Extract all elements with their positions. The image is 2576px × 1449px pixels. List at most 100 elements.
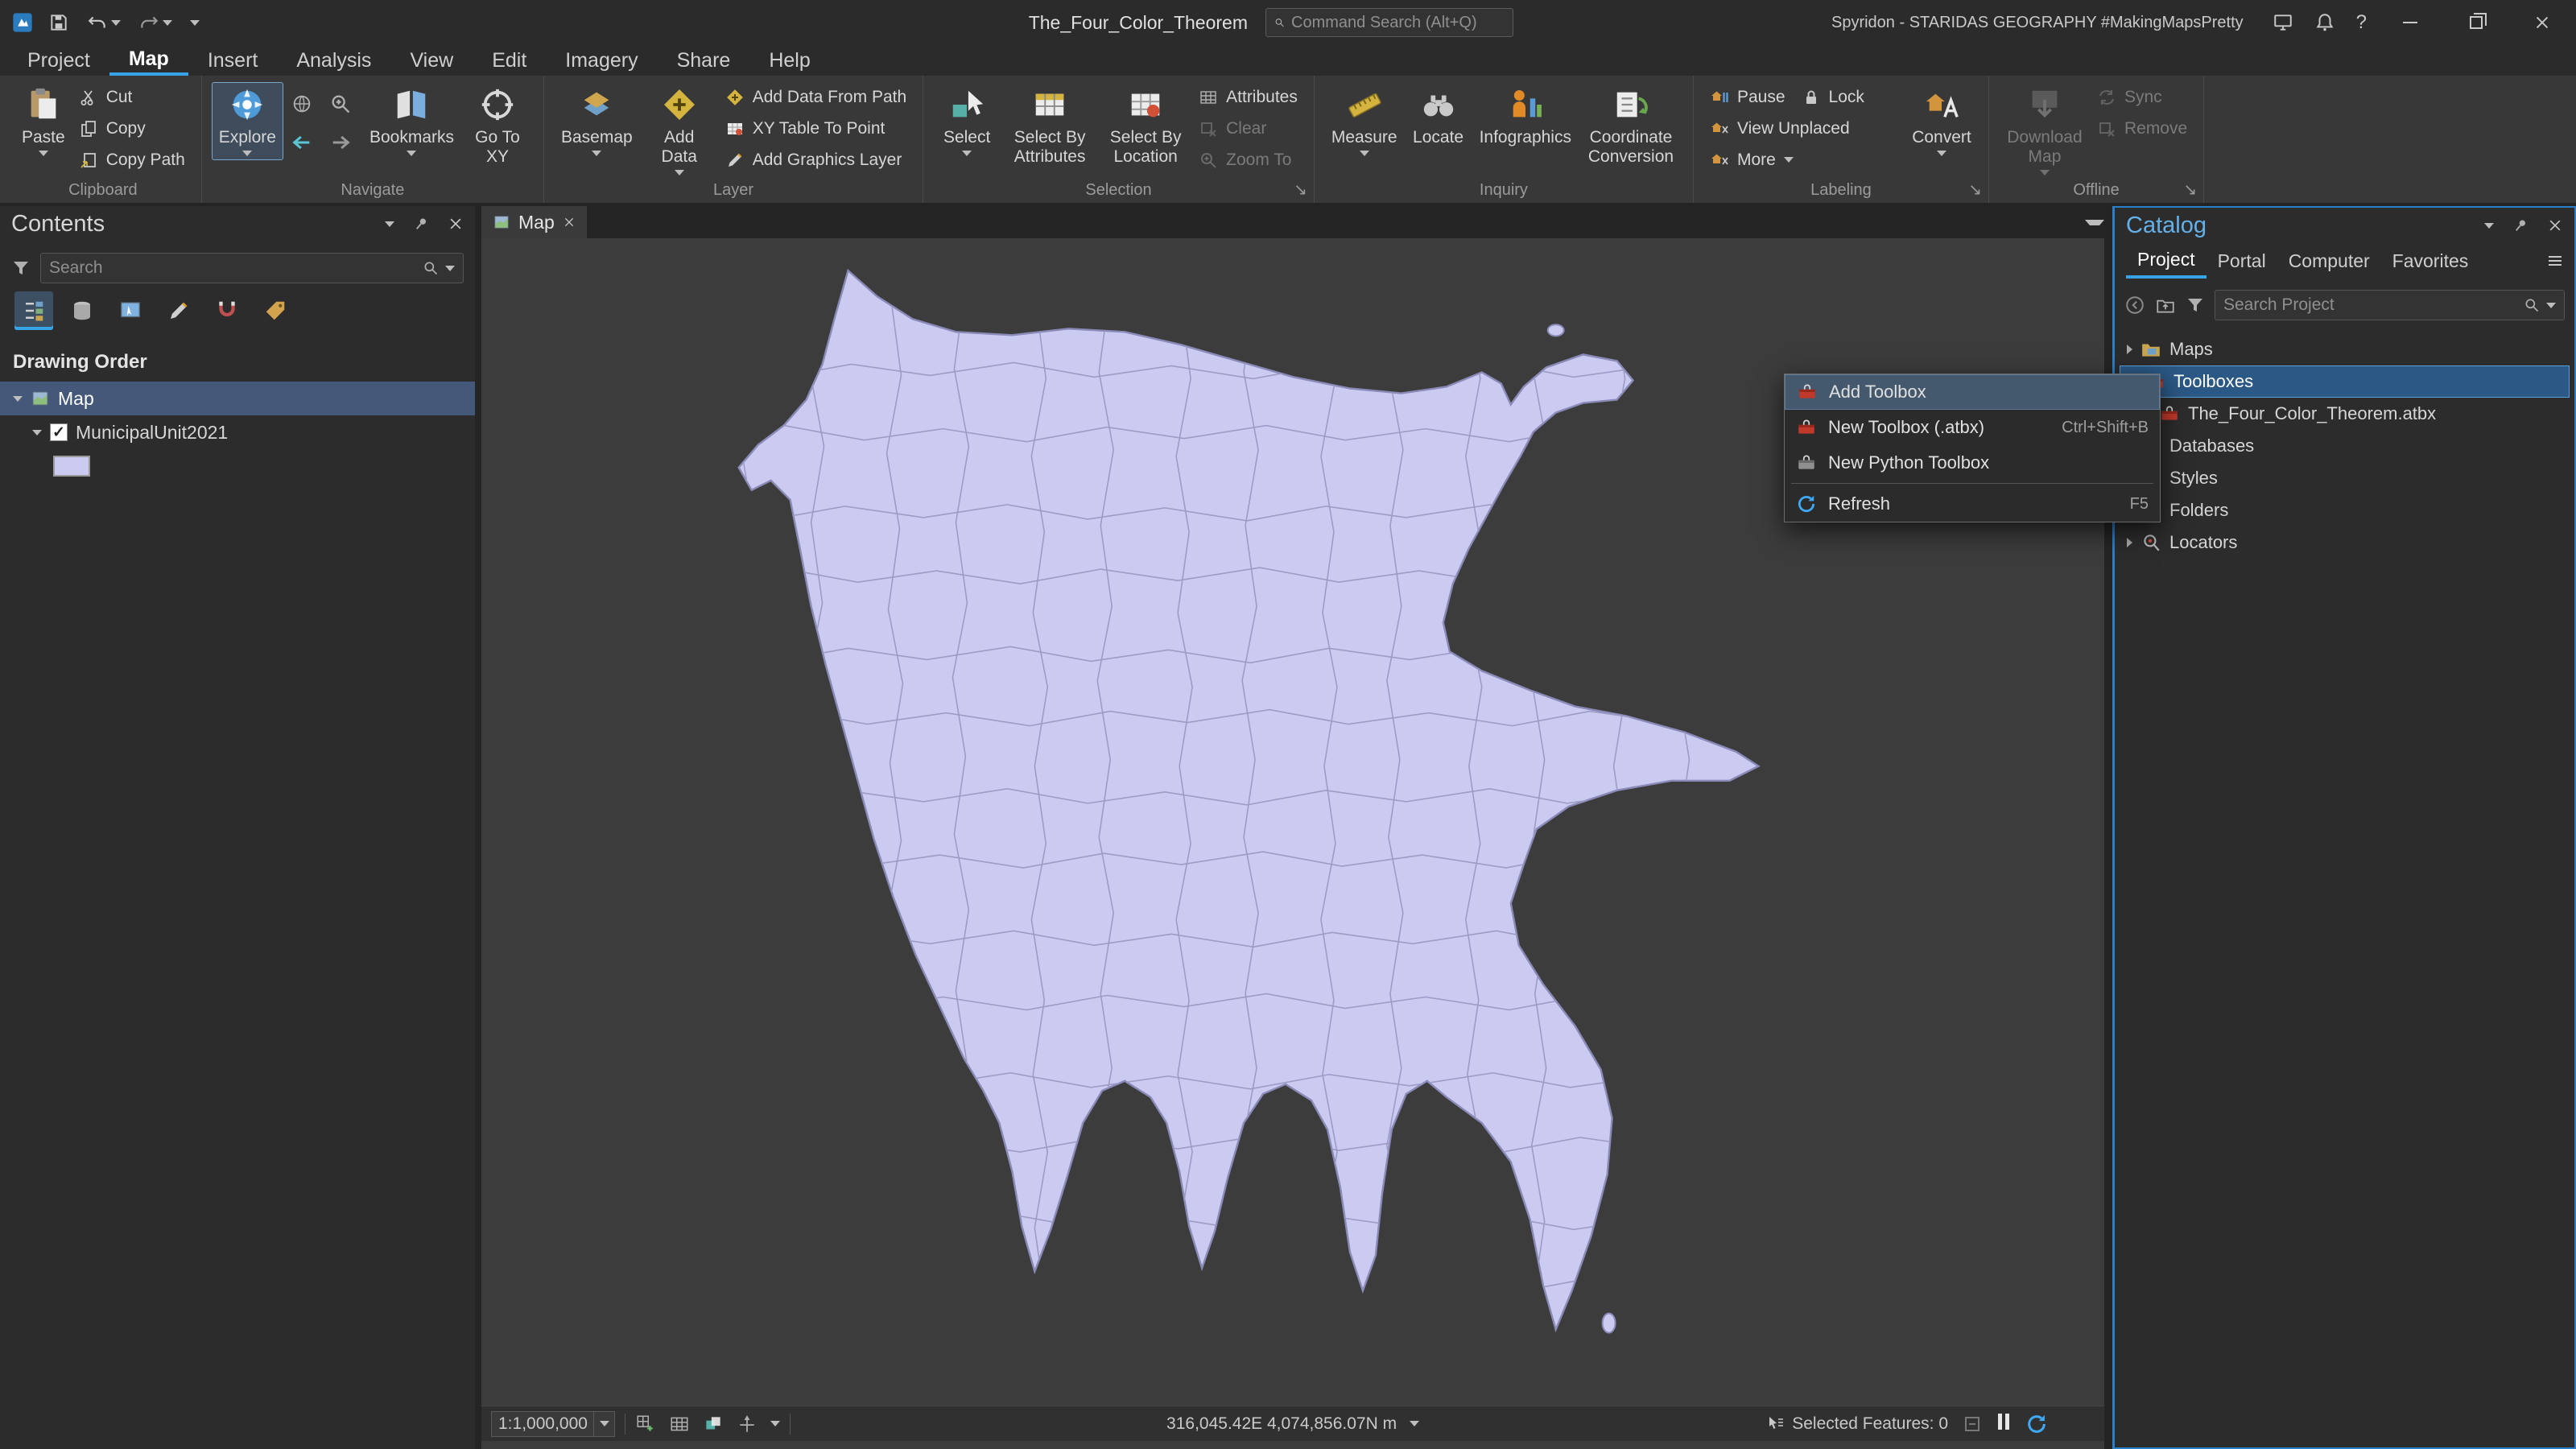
xy-table-to-point-button[interactable]: XY Table To Point <box>719 114 913 143</box>
tab-snapping[interactable] <box>208 291 246 330</box>
catalog-search-input[interactable] <box>2223 295 2517 315</box>
help-icon[interactable]: ? <box>2356 11 2367 34</box>
pause-labeling-button[interactable]: Pause <box>1703 82 1792 112</box>
catalog-item-locators[interactable]: Locators <box>2120 526 2570 559</box>
more-labeling-button[interactable]: More <box>1703 145 1905 175</box>
catalog-close-icon[interactable] <box>2547 217 2563 233</box>
add-graphics-layer-button[interactable]: Add Graphics Layer <box>719 145 913 175</box>
menu-item-add-toolbox[interactable]: Add Toolbox <box>1785 374 2160 410</box>
tab-imagery[interactable]: Imagery <box>546 45 657 76</box>
new-map-surround-icon[interactable] <box>635 1414 656 1435</box>
pin-icon[interactable] <box>412 215 430 233</box>
selection-constraint-icon[interactable] <box>1963 1414 1982 1434</box>
coordinate-conversion-button[interactable]: Coordinate Conversion <box>1579 82 1683 171</box>
map-view-tab[interactable]: Map <box>481 206 587 238</box>
catalog-item-styles[interactable]: Styles <box>2120 462 2570 494</box>
chevron-down-icon[interactable] <box>2546 303 2556 308</box>
expander-icon[interactable] <box>2127 538 2132 547</box>
chevron-down-icon[interactable] <box>770 1421 780 1426</box>
view-unplaced-button[interactable]: View Unplaced <box>1703 114 1905 143</box>
open-table-icon[interactable] <box>669 1414 690 1435</box>
close-tab-icon[interactable] <box>563 216 576 229</box>
next-extent-button[interactable] <box>329 131 352 154</box>
catalog-tab-portal[interactable]: Portal <box>2207 243 2277 279</box>
bookmarks-button[interactable]: Bookmarks <box>362 82 461 160</box>
locate-button[interactable]: Locate <box>1405 82 1472 151</box>
remove-offline-button[interactable]: Remove <box>2091 114 2194 143</box>
copy-path-button[interactable]: Copy Path <box>72 145 192 175</box>
expander-icon[interactable] <box>2127 345 2132 354</box>
measure-button[interactable]: Measure <box>1324 82 1405 160</box>
tab-map[interactable]: Map <box>109 45 188 76</box>
swap-basemap-icon[interactable] <box>703 1414 724 1435</box>
download-map-button[interactable]: Download Map <box>1999 82 2091 180</box>
north-arrow-icon[interactable] <box>737 1414 758 1435</box>
tab-insert[interactable]: Insert <box>188 45 278 76</box>
selected-features-readout[interactable]: Selected Features: 0 <box>1766 1414 1948 1434</box>
fixed-zoom-button[interactable] <box>329 93 352 115</box>
layer-row-map[interactable]: Map <box>0 382 475 415</box>
clear-button[interactable]: Clear <box>1192 114 1304 143</box>
catalog-item-folders[interactable]: Folders <box>2120 494 2570 526</box>
attributes-button[interactable]: Attributes <box>1192 82 1304 112</box>
catalog-item-databases[interactable]: Databases <box>2120 430 2570 462</box>
contents-search-input[interactable] <box>49 258 416 278</box>
coordinate-units-chevron-icon[interactable] <box>1410 1421 1419 1426</box>
zoom-to-button[interactable]: Zoom To <box>1192 145 1304 175</box>
tab-share[interactable]: Share <box>658 45 750 76</box>
go-to-xy-button[interactable]: Go To XY <box>461 82 534 171</box>
explore-button[interactable]: Explore <box>212 82 283 160</box>
infographics-button[interactable]: Infographics <box>1472 82 1579 151</box>
select-by-location-button[interactable]: Select By Location <box>1099 82 1192 171</box>
layer-row-municipalunit2021[interactable]: ✓ MunicipalUnit2021 <box>0 415 475 449</box>
menu-item-new-toolbox[interactable]: New Toolbox (.atbx) Ctrl+Shift+B <box>1785 410 2160 445</box>
chevron-down-icon[interactable] <box>445 266 455 271</box>
tab-drawing-order[interactable] <box>14 291 53 330</box>
tab-help[interactable]: Help <box>749 45 829 76</box>
copy-button[interactable]: Copy <box>72 114 192 143</box>
notifications-icon[interactable] <box>2314 12 2335 33</box>
basemap-button[interactable]: Basemap <box>554 82 640 160</box>
contents-search-box[interactable] <box>40 253 464 283</box>
select-button[interactable]: Select <box>933 82 1001 160</box>
scale-combo[interactable]: 1:1,000,000 <box>491 1411 594 1437</box>
add-data-from-path-button[interactable]: Add Data From Path <box>719 82 913 112</box>
pause-drawing-button[interactable] <box>1996 1414 2011 1435</box>
layer-symbol-swatch[interactable] <box>53 456 90 477</box>
catalog-menu-chevron-icon[interactable] <box>2484 223 2494 229</box>
command-search[interactable] <box>1265 8 1513 37</box>
catalog-item-maps[interactable]: Maps <box>2120 333 2570 365</box>
refresh-map-button[interactable] <box>2025 1413 2048 1435</box>
layer-visibility-checkbox[interactable]: ✓ <box>50 423 68 441</box>
tab-project[interactable]: Project <box>8 45 109 76</box>
restore-button[interactable] <box>2454 0 2499 45</box>
convert-labels-button[interactable]: Convert <box>1905 82 1979 160</box>
tab-data-source[interactable] <box>63 291 101 330</box>
cut-button[interactable]: Cut <box>72 82 192 112</box>
contents-close-icon[interactable] <box>448 216 464 232</box>
account-name[interactable]: Spyridon - STARIDAS GEOGRAPHY #MakingMap… <box>1831 14 2244 32</box>
tab-view[interactable]: View <box>390 45 473 76</box>
redo-button[interactable] <box>135 9 175 36</box>
tab-labeling[interactable] <box>256 291 295 330</box>
tab-analysis[interactable]: Analysis <box>277 45 390 76</box>
lock-labeling-button[interactable]: Lock <box>1795 82 1871 112</box>
expander-icon[interactable] <box>32 430 42 436</box>
expander-icon[interactable] <box>13 396 23 402</box>
close-button[interactable] <box>2520 0 2565 45</box>
catalog-tab-computer[interactable]: Computer <box>2277 243 2381 279</box>
catalog-tab-project[interactable]: Project <box>2126 243 2207 279</box>
paste-button[interactable]: Paste <box>14 82 72 160</box>
filter-icon[interactable] <box>2186 295 2205 315</box>
tab-editing[interactable] <box>159 291 198 330</box>
minimize-button[interactable] <box>2388 0 2433 45</box>
contents-menu-chevron-icon[interactable] <box>385 221 394 227</box>
command-search-input[interactable] <box>1291 14 1505 32</box>
customize-toolbar-button[interactable] <box>187 17 203 29</box>
scale-dropdown[interactable] <box>594 1411 615 1437</box>
up-one-level-icon[interactable] <box>2155 295 2176 316</box>
add-data-button[interactable]: Add Data <box>640 82 719 180</box>
save-button[interactable] <box>45 9 72 36</box>
previous-extent-button[interactable] <box>291 131 313 154</box>
catalog-options-icon[interactable] <box>2545 251 2574 270</box>
